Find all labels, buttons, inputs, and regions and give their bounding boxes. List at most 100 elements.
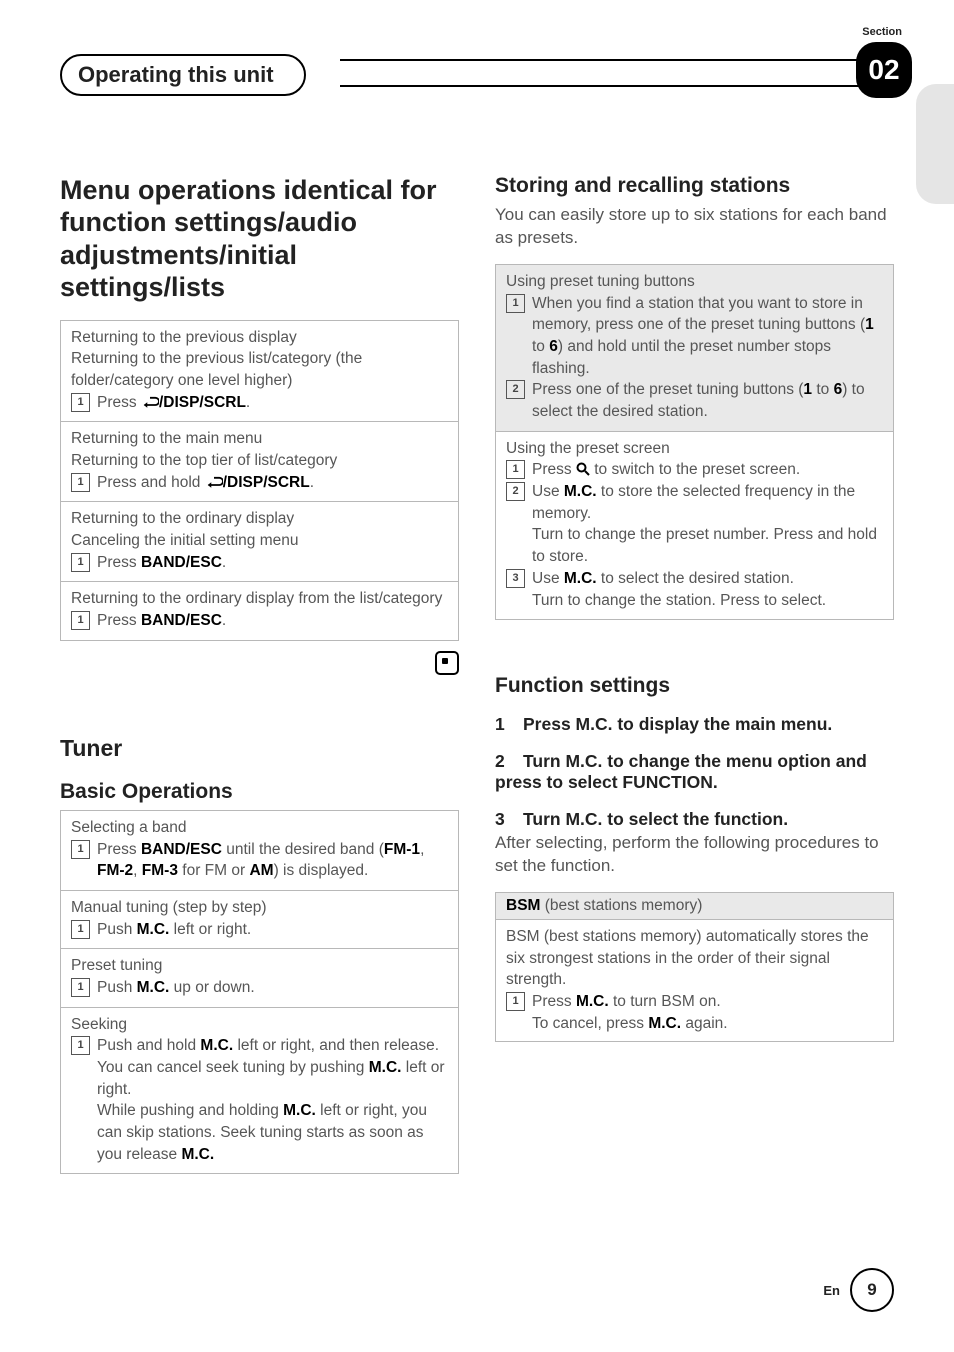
text: Press <box>97 394 141 411</box>
menu-ops-heading: Menu operations identical for function s… <box>60 174 459 304</box>
step-number: 3 <box>506 569 525 588</box>
bsm-title: BSM <box>506 897 540 914</box>
section-end-icon <box>435 651 459 675</box>
key: 6 <box>834 381 843 398</box>
step: 1 Press M.C. to turn BSM on. <box>506 991 883 1013</box>
text: Push <box>97 921 137 938</box>
key: FM-2 <box>97 862 133 879</box>
step: 1 Press BAND/ESC until the desired band … <box>71 839 448 882</box>
text: until the desired band ( <box>222 841 384 858</box>
text: ) and hold until the preset number stops… <box>532 338 831 377</box>
text: Selecting a band <box>71 817 448 839</box>
key: BAND/ESC <box>141 554 222 571</box>
step-number: 1 <box>71 611 90 630</box>
footer-lang: En <box>823 1283 840 1298</box>
text: While pushing and holding <box>97 1102 283 1119</box>
step-num: 3 <box>495 809 523 830</box>
key: M.C. <box>564 570 597 587</box>
text: up or down. <box>169 979 254 996</box>
header-title: Operating this unit <box>78 62 274 88</box>
text: To cancel, press <box>532 1015 648 1032</box>
step: 2 Press one of the preset tuning buttons… <box>506 379 883 422</box>
bsm-subtitle: (best stations memory) <box>540 897 702 914</box>
bo-seg-manual: Manual tuning (step by step) 1 Push M.C.… <box>61 890 458 948</box>
text: Returning to the ordinary display from t… <box>71 588 448 610</box>
text: . <box>310 474 314 491</box>
text: Push <box>97 979 137 996</box>
text: Turn to change the station. Press to sel… <box>532 592 826 609</box>
text: Returning to the ordinary display <box>71 508 448 530</box>
return-icon <box>205 474 223 488</box>
left-column: Menu operations identical for function s… <box>60 174 459 1180</box>
note: While pushing and holding M.C. left or r… <box>71 1100 448 1165</box>
key: /DISP/SCRL <box>223 474 310 491</box>
text: Turn to change the preset number. Press … <box>532 526 877 565</box>
storing-heading: Storing and recalling stations <box>495 174 894 198</box>
step-number: 2 <box>506 482 525 501</box>
key: M.C. <box>181 1146 214 1163</box>
bo-seg-preset: Preset tuning 1 Push M.C. up or down. <box>61 948 458 1006</box>
text: for FM or <box>178 862 249 879</box>
step-number: 1 <box>506 992 525 1011</box>
menu-seg-3: Returning to the ordinary display Cancel… <box>61 501 458 581</box>
text: , <box>133 862 142 879</box>
text: Press <box>97 612 141 629</box>
key: M.C. <box>564 483 597 500</box>
text: Returning to the previous display <box>71 327 448 349</box>
step: 2 Use M.C. to store the selected frequen… <box>506 481 883 524</box>
key: M.C. <box>137 921 170 938</box>
step: 1 Press /DISP/SCRL. <box>71 392 448 414</box>
key: BAND/ESC <box>141 841 222 858</box>
storing-intro: You can easily store up to six stations … <box>495 204 894 250</box>
text: to switch to the preset screen. <box>594 461 800 478</box>
step: 1 Press BAND/ESC. <box>71 610 448 632</box>
step-number: 1 <box>71 978 90 997</box>
right-column: Storing and recalling stations You can e… <box>495 174 894 1180</box>
text: Manual tuning (step by step) <box>71 897 448 919</box>
preset-seg-screen: Using the preset screen 1 Press to switc… <box>496 431 893 620</box>
text: left or right, and then release. <box>233 1037 439 1054</box>
preset-seg-buttons: Using preset tuning buttons 1 When you f… <box>496 265 893 431</box>
function-settings-heading: Function settings <box>495 674 894 698</box>
text: to <box>812 381 834 398</box>
text: Press <box>532 461 576 478</box>
text: left or right. <box>169 921 251 938</box>
key: 6 <box>549 338 558 355</box>
text: Press <box>97 554 141 571</box>
text: Use <box>532 570 564 587</box>
step: 1 When you find a station that you want … <box>506 293 883 380</box>
text: Press <box>97 841 141 858</box>
text: . <box>222 612 226 629</box>
after-select-text: After selecting, perform the following p… <box>495 832 894 878</box>
step-number: 1 <box>71 393 90 412</box>
bo-seg-seeking: Seeking 1 Push and hold M.C. left or rig… <box>61 1007 458 1174</box>
step: 3 Use M.C. to select the desired station… <box>506 568 883 590</box>
key: M.C. <box>648 1015 681 1032</box>
text: Using the preset screen <box>506 438 883 460</box>
key: M.C. <box>283 1102 316 1119</box>
text: to select the desired station. <box>597 570 794 587</box>
text: Press and hold <box>97 474 205 491</box>
return-icon <box>141 394 159 408</box>
text: to <box>532 338 549 355</box>
bsm-body: BSM (best stations memory) automatically… <box>496 920 893 1040</box>
step: 1 Press BAND/ESC. <box>71 552 448 574</box>
step-text: Press M.C. to display the main menu. <box>523 714 832 734</box>
step: 1 Push M.C. up or down. <box>71 977 448 999</box>
text: Canceling the initial setting menu <box>71 530 448 552</box>
text: Preset tuning <box>71 955 448 977</box>
text: Push and hold <box>97 1037 200 1054</box>
header-line <box>340 59 890 87</box>
key: M.C. <box>369 1059 402 1076</box>
step-number: 2 <box>506 380 525 399</box>
text: to turn BSM on. <box>609 993 721 1010</box>
menu-seg-4: Returning to the ordinary display from t… <box>61 581 458 639</box>
tuner-heading: Tuner <box>60 735 459 762</box>
key: FM-1 <box>384 841 420 858</box>
text: , <box>420 841 424 858</box>
text: Using preset tuning buttons <box>506 271 883 293</box>
step-num: 2 <box>495 751 523 772</box>
key: BAND/ESC <box>141 612 222 629</box>
text: You can cancel seek tuning by pushing <box>97 1059 369 1076</box>
text: Returning to the main menu <box>71 428 448 450</box>
